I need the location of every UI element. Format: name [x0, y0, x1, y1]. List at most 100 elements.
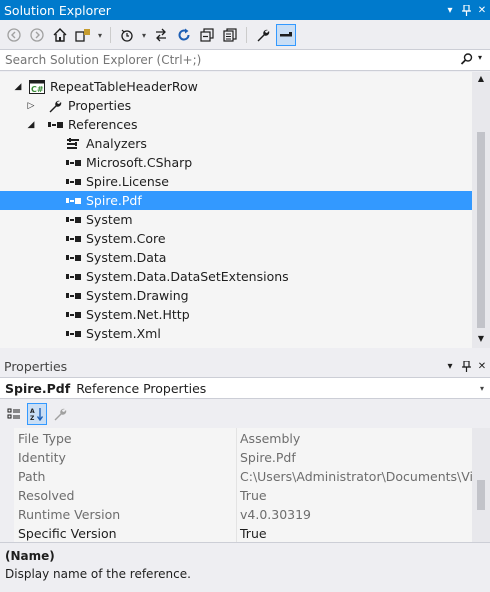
- tree-item-project[interactable]: ◢ C# RepeatTableHeaderRow: [0, 77, 472, 96]
- properties-toolbar: AZ: [0, 401, 490, 427]
- property-row-resolved[interactable]: Resolved True: [0, 486, 472, 505]
- csharp-project-icon: C#: [29, 79, 45, 95]
- tree-item-reference[interactable]: System: [0, 210, 472, 229]
- back-icon[interactable]: [4, 24, 24, 46]
- scroll-down-icon[interactable]: ▼: [472, 334, 490, 343]
- reference-icon: [65, 155, 81, 171]
- tree-item-label: Spire.Pdf: [86, 193, 142, 208]
- search-icon[interactable]: ▾: [460, 53, 490, 68]
- tree-item-label: System.Core: [86, 231, 166, 246]
- scrollbar-thumb[interactable]: [477, 480, 485, 510]
- tree-item-reference[interactable]: System.Xml: [0, 324, 472, 343]
- property-row-identity[interactable]: Identity Spire.Pdf: [0, 448, 472, 467]
- forward-icon[interactable]: [27, 24, 47, 46]
- tree-item-label: References: [68, 117, 138, 132]
- pin-icon[interactable]: [458, 356, 474, 376]
- tree-item-label: System.Drawing: [86, 288, 189, 303]
- property-row-file-type[interactable]: File Type Assembly: [0, 429, 472, 448]
- filter-dropdown-icon[interactable]: ▾: [140, 31, 148, 40]
- tree-item-reference[interactable]: Microsoft.CSharp: [0, 153, 472, 172]
- tree-item-label: System.Data.DataSetExtensions: [86, 269, 289, 284]
- tree-item-label: Analyzers: [86, 136, 147, 151]
- tree-item-reference[interactable]: System.Net.Http: [0, 305, 472, 324]
- property-name: File Type: [18, 431, 72, 446]
- tree-item-reference[interactable]: System.Drawing: [0, 286, 472, 305]
- property-name: Path: [18, 469, 46, 484]
- properties-titlebar: Properties ▾ ✕: [0, 356, 490, 376]
- property-value: C:\Users\Administrator\Documents\Visu: [240, 469, 488, 484]
- collapse-all-icon[interactable]: [197, 24, 217, 46]
- object-type: Reference Properties: [76, 380, 207, 396]
- reference-icon: [65, 326, 81, 342]
- chevron-down-icon[interactable]: ▾: [480, 384, 490, 393]
- property-grid: File Type Assembly Identity Spire.Pdf Pa…: [0, 428, 490, 542]
- reference-icon: [65, 231, 81, 247]
- solution-explorer-toolbar: ▾ ▾: [0, 21, 490, 49]
- search-input[interactable]: [5, 53, 445, 67]
- tree-item-reference[interactable]: System.Core: [0, 229, 472, 248]
- tree-item-reference[interactable]: System.Data.DataSetExtensions: [0, 267, 472, 286]
- tree-item-label: Spire.License: [86, 174, 169, 189]
- scroll-up-icon[interactable]: ▲: [472, 74, 490, 83]
- property-row-runtime-version[interactable]: Runtime Version v4.0.30319: [0, 505, 472, 524]
- show-all-files-icon[interactable]: [220, 24, 240, 46]
- tree-item-label: Properties: [68, 98, 132, 113]
- reference-icon: [65, 307, 81, 323]
- solution-tree: ◢ C# RepeatTableHeaderRow ▷ Properties ◢…: [0, 72, 490, 348]
- properties-wrench-icon[interactable]: [253, 24, 273, 46]
- description-text: Display name of the reference.: [5, 567, 191, 581]
- property-pages-wrench-icon[interactable]: [50, 403, 70, 425]
- property-name: Specific Version: [18, 526, 117, 541]
- property-value: Spire.Pdf: [240, 450, 296, 465]
- tree-item-label: Microsoft.CSharp: [86, 155, 193, 170]
- property-value: v4.0.30319: [240, 507, 312, 522]
- svg-text:Z: Z: [30, 415, 35, 421]
- reference-icon: [65, 288, 81, 304]
- solution-explorer-search[interactable]: ▾: [0, 49, 490, 71]
- close-icon[interactable]: ✕: [474, 356, 490, 376]
- description-name: (Name): [5, 549, 55, 563]
- tree-vertical-scrollbar[interactable]: ▲ ▼: [472, 72, 490, 348]
- tree-item-reference[interactable]: Spire.License: [0, 172, 472, 191]
- alphabetical-icon[interactable]: AZ: [27, 403, 47, 425]
- properties-object-selector[interactable]: Spire.Pdf Reference Properties ▾: [0, 377, 490, 399]
- property-description-pane: (Name) Display name of the reference.: [0, 542, 490, 592]
- switch-views-dropdown-icon[interactable]: ▾: [96, 31, 104, 40]
- property-row-specific-version[interactable]: Specific Version True: [0, 524, 472, 542]
- switch-views-icon[interactable]: [73, 24, 93, 46]
- reference-icon: [65, 250, 81, 266]
- tree-item-references[interactable]: ◢ References: [0, 115, 472, 134]
- wrench-icon: [47, 98, 63, 114]
- reference-icon: [65, 193, 81, 209]
- expanded-arrow-icon[interactable]: ◢: [13, 82, 23, 92]
- tree-item-reference[interactable]: System.Data: [0, 248, 472, 267]
- property-row-path[interactable]: Path C:\Users\Administrator\Documents\Vi…: [0, 467, 487, 486]
- sync-with-document-icon[interactable]: [151, 24, 171, 46]
- scrollbar-thumb[interactable]: [477, 132, 485, 328]
- panel-splitter[interactable]: [0, 348, 490, 356]
- categorized-icon[interactable]: [4, 403, 24, 425]
- close-icon[interactable]: ✕: [474, 0, 490, 20]
- property-grid-vertical-scrollbar[interactable]: [472, 428, 490, 542]
- home-icon[interactable]: [50, 24, 70, 46]
- tree-item-reference-selected[interactable]: Spire.Pdf: [0, 191, 472, 210]
- toolbar-separator: [246, 27, 247, 43]
- tree-item-label: System.Net.Http: [86, 307, 190, 322]
- tree-item-label: System: [86, 212, 133, 227]
- collapsed-arrow-icon[interactable]: ▷: [26, 101, 36, 111]
- solution-explorer-titlebar: Solution Explorer ▾ ✕: [0, 0, 490, 20]
- refresh-icon[interactable]: [174, 24, 194, 46]
- window-position-icon[interactable]: ▾: [442, 356, 458, 376]
- property-name: Identity: [18, 450, 66, 465]
- pending-changes-filter-icon[interactable]: [117, 24, 137, 46]
- tree-item-label: RepeatTableHeaderRow: [50, 79, 198, 94]
- tree-item-analyzers[interactable]: Analyzers: [0, 134, 472, 153]
- window-position-icon[interactable]: ▾: [442, 0, 458, 20]
- reference-icon: [65, 212, 81, 228]
- pin-icon[interactable]: [458, 0, 474, 20]
- expanded-arrow-icon[interactable]: ◢: [26, 120, 36, 130]
- preview-selected-items-icon[interactable]: [276, 24, 296, 46]
- property-value[interactable]: True: [240, 526, 267, 541]
- tree-item-properties[interactable]: ▷ Properties: [0, 96, 472, 115]
- reference-icon: [65, 269, 81, 285]
